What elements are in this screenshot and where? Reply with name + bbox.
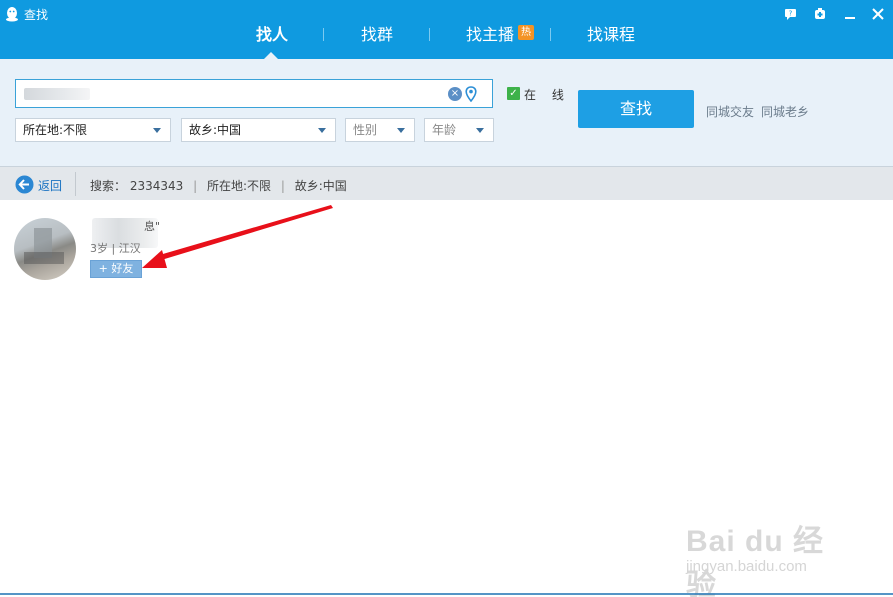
gender-select-value: 性别: [353, 123, 378, 137]
chevron-down-icon: [153, 128, 161, 133]
search-input[interactable]: ×: [15, 79, 493, 108]
add-friend-button[interactable]: + 好友: [90, 260, 142, 278]
divider: [75, 172, 76, 196]
age-select-value: 年龄: [432, 123, 457, 137]
tab-find-people[interactable]: 找人: [256, 25, 288, 45]
criteria-separator: |: [193, 179, 198, 193]
baidu-watermark: Bai du 经验 jingyan.baidu.com: [686, 516, 846, 597]
age-select[interactable]: 年龄: [424, 118, 494, 142]
hot-badge: 热: [518, 25, 534, 40]
same-city-dating-link[interactable]: 同城交友: [706, 103, 754, 120]
criteria-separator: |: [280, 179, 285, 193]
list-item: 息" 3岁 | 江汉 + 好友: [14, 218, 334, 282]
bottom-border: [0, 593, 893, 595]
tab-find-groups[interactable]: 找群: [361, 25, 393, 45]
criteria-id: 2334343: [129, 179, 184, 193]
chevron-down-icon: [318, 128, 326, 133]
search-panel: × ✓ 在 线 所在地:不限 故乡:中国 性别 年龄 查找 同城交友 同城老乡: [0, 59, 893, 166]
criteria-hometown: 故乡:中国: [294, 179, 347, 193]
location-select[interactable]: 所在地:不限: [15, 118, 171, 142]
chevron-down-icon: [476, 128, 484, 133]
result-bar: 返回 搜索： 2334343 | 所在地:不限 | 故乡:中国: [0, 166, 893, 200]
blurred-query-text: [24, 88, 90, 100]
gender-select[interactable]: 性别: [345, 118, 415, 142]
online-checkbox[interactable]: ✓: [507, 87, 520, 100]
title-bar: 查找 ? 找人 找群 找主播 热 找课程: [0, 0, 893, 59]
active-tab-pointer: [264, 52, 278, 59]
nickname-suffix: 息": [144, 220, 161, 233]
tab-bar: 找人 找群 找主播 热 找课程: [0, 0, 893, 59]
search-button[interactable]: 查找: [578, 90, 694, 128]
location-select-value: 所在地:不限: [23, 123, 88, 137]
search-criteria: 搜索： 2334343 | 所在地:不限 | 故乡:中国: [90, 177, 347, 194]
tab-separator: [550, 28, 551, 41]
watermark-sub: jingyan.baidu.com: [686, 558, 807, 575]
same-city-hometown-link[interactable]: 同城老乡: [761, 103, 809, 120]
hometown-select[interactable]: 故乡:中国: [181, 118, 336, 142]
location-pin-icon[interactable]: [465, 86, 477, 102]
avatar-blur: [24, 252, 64, 264]
tab-separator: [429, 28, 430, 41]
watermark-main: Bai du 经验: [686, 525, 825, 597]
tab-find-streamers[interactable]: 找主播: [466, 25, 514, 45]
online-label: 在 线: [524, 88, 570, 102]
criteria-location: 所在地:不限: [207, 179, 272, 193]
clear-icon[interactable]: ×: [448, 87, 462, 101]
back-link[interactable]: 返回: [38, 177, 62, 194]
tab-find-courses[interactable]: 找课程: [587, 25, 635, 45]
tab-separator: [323, 28, 324, 41]
find-window: 查找 ? 找人 找群 找主播 热 找课程 × ✓ 在 线 所在地:不限 故乡:中…: [0, 0, 893, 597]
back-arrow-icon[interactable]: [15, 175, 34, 194]
hometown-select-value: 故乡:中国: [189, 123, 242, 137]
user-info: 3岁 | 江汉: [90, 242, 141, 255]
avatar[interactable]: [14, 218, 76, 280]
criteria-label: 搜索：: [90, 179, 127, 193]
chevron-down-icon: [397, 128, 405, 133]
